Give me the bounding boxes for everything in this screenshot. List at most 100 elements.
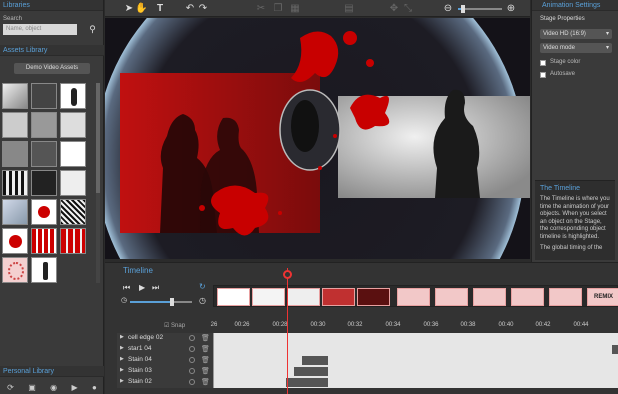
zoom-in-icon[interactable]: ⊕ <box>505 3 517 14</box>
frame-thumbnail[interactable] <box>287 288 320 306</box>
align-icon[interactable]: ▤ <box>343 3 355 14</box>
frame-thumbnail[interactable] <box>435 288 468 306</box>
library-scrollbar[interactable] <box>96 83 100 283</box>
hand-tool-icon[interactable]: ✋ <box>135 3 147 14</box>
row-track[interactable] <box>213 366 618 377</box>
frame-thumbnail[interactable] <box>473 288 506 306</box>
stage-canvas[interactable] <box>105 18 530 259</box>
visibility-icon[interactable] <box>189 379 195 385</box>
time-ruler[interactable]: 26 00:26 00:28 00:30 00:32 00:34 00:36 0… <box>211 319 618 331</box>
frame-strip[interactable]: REMIX <box>213 285 618 307</box>
asset-thumbnail[interactable] <box>31 141 57 167</box>
video-icon[interactable]: ▶ <box>71 383 77 392</box>
frame-thumbnail[interactable] <box>397 288 430 306</box>
visibility-icon[interactable] <box>189 368 195 374</box>
expand-icon[interactable]: ▶ <box>120 334 124 340</box>
library-select[interactable]: Demo Video Assets <box>14 63 90 74</box>
row-bar[interactable] <box>286 378 328 387</box>
undo-icon[interactable]: ↶ <box>184 3 196 14</box>
frame-thumbnail[interactable] <box>322 288 355 306</box>
forward-icon[interactable]: ⏭ <box>152 283 159 293</box>
expand-icon[interactable]: ▶ <box>120 378 124 384</box>
cut-icon[interactable]: ✂ <box>255 3 267 14</box>
timeline-row[interactable]: ▶ cell edge 02 🗑 <box>117 333 618 344</box>
frame-thumbnail-remix[interactable]: REMIX <box>587 288 618 306</box>
select-tool-icon[interactable]: ➤ <box>123 3 135 14</box>
row-track[interactable] <box>213 377 618 388</box>
search-icon[interactable]: ⚲ <box>88 25 97 34</box>
timeline-row[interactable]: ▶ Stain 04 🗑 <box>117 355 618 366</box>
playhead-handle[interactable] <box>283 270 292 279</box>
zoom-out-icon[interactable]: ⊖ <box>442 3 454 14</box>
timeline-row[interactable]: ▶ Stain 02 🗑 <box>117 377 618 388</box>
asset-thumbnail[interactable] <box>60 112 86 138</box>
asset-thumbnail[interactable] <box>31 257 57 283</box>
play-icon[interactable]: ▶ <box>139 283 145 292</box>
expand-icon[interactable]: ▶ <box>120 345 124 351</box>
playhead[interactable] <box>287 268 288 394</box>
timeline-row[interactable]: ▶ star1 04 🗑 <box>117 344 618 355</box>
loop-icon[interactable]: ↻ <box>199 282 206 291</box>
expand-icon[interactable]: ▶ <box>120 356 124 362</box>
animation-settings-header[interactable]: Animation Settings <box>532 0 618 11</box>
asset-thumbnail[interactable] <box>60 170 86 196</box>
trash-icon[interactable]: 🗑 <box>201 356 210 364</box>
asset-thumbnail[interactable] <box>31 112 57 138</box>
asset-thumbnail[interactable] <box>2 170 28 196</box>
asset-thumbnail[interactable] <box>31 228 57 254</box>
video-format-select[interactable]: Video HD (16:9) <box>540 29 612 39</box>
asset-thumbnail[interactable] <box>60 141 86 167</box>
refresh-icon[interactable]: ⟳ <box>7 383 14 392</box>
row-bar[interactable] <box>302 356 328 365</box>
asset-thumbnail[interactable] <box>2 83 28 109</box>
asset-thumbnail[interactable] <box>31 83 57 109</box>
timeline-zoom-slider[interactable] <box>130 298 192 306</box>
asset-library-header[interactable]: Assets Library <box>0 45 104 56</box>
asset-thumbnail[interactable] <box>2 112 28 138</box>
asset-thumbnail[interactable] <box>60 83 86 109</box>
trash-icon[interactable]: 🗑 <box>201 378 210 386</box>
row-bar[interactable] <box>612 345 618 354</box>
asset-thumbnail[interactable] <box>31 199 57 225</box>
timeline-row[interactable]: ▶ Stain 03 🗑 <box>117 366 618 377</box>
expand-icon[interactable]: ▶ <box>120 367 124 373</box>
asset-thumbnail[interactable] <box>31 170 57 196</box>
row-track[interactable] <box>213 355 618 366</box>
paste-icon[interactable]: ▦ <box>289 3 301 14</box>
stage-color-checkbox[interactable] <box>540 60 546 66</box>
frame-thumbnail[interactable] <box>511 288 544 306</box>
visibility-icon[interactable] <box>189 335 195 341</box>
libraries-header[interactable]: Libraries <box>0 0 103 11</box>
asset-thumbnail[interactable] <box>2 141 28 167</box>
trash-icon[interactable]: 🗑 <box>201 367 210 375</box>
copy-icon[interactable]: ❐ <box>272 3 284 14</box>
image-icon[interactable]: ▣ <box>28 383 36 392</box>
search-input[interactable]: Name, object <box>3 24 77 35</box>
camera-icon[interactable]: ◉ <box>50 383 57 392</box>
frame-thumbnail[interactable] <box>252 288 285 306</box>
asset-thumbnail[interactable] <box>60 199 86 225</box>
frame-thumbnail[interactable] <box>217 288 250 306</box>
clock-icon[interactable]: ◷ <box>199 296 206 305</box>
visibility-icon[interactable] <box>189 346 195 352</box>
personal-library-header[interactable]: Personal Library <box>0 366 104 377</box>
frame-thumbnail[interactable] <box>549 288 582 306</box>
asset-thumbnail[interactable] <box>2 199 28 225</box>
frame-thumbnail[interactable] <box>357 288 390 306</box>
asset-thumbnail[interactable] <box>2 228 28 254</box>
microphone-icon[interactable]: ● <box>92 383 97 392</box>
row-track[interactable] <box>213 344 618 355</box>
visibility-icon[interactable] <box>189 357 195 363</box>
asset-thumbnail[interactable] <box>60 228 86 254</box>
rewind-icon[interactable]: ⏮ <box>123 283 130 293</box>
asset-thumbnail[interactable] <box>2 257 28 283</box>
row-bar[interactable] <box>294 367 328 376</box>
row-track[interactable] <box>213 333 618 344</box>
autosave-checkbox[interactable] <box>540 72 546 78</box>
redo-icon[interactable]: ↷ <box>197 3 209 14</box>
snap-toggle[interactable]: ☑ Snap <box>164 322 185 329</box>
trash-icon[interactable]: 🗑 <box>201 345 210 353</box>
trash-icon[interactable]: 🗑 <box>201 334 210 342</box>
zoom-slider[interactable] <box>458 5 502 13</box>
flip-icon[interactable]: ⤡ <box>402 3 414 14</box>
